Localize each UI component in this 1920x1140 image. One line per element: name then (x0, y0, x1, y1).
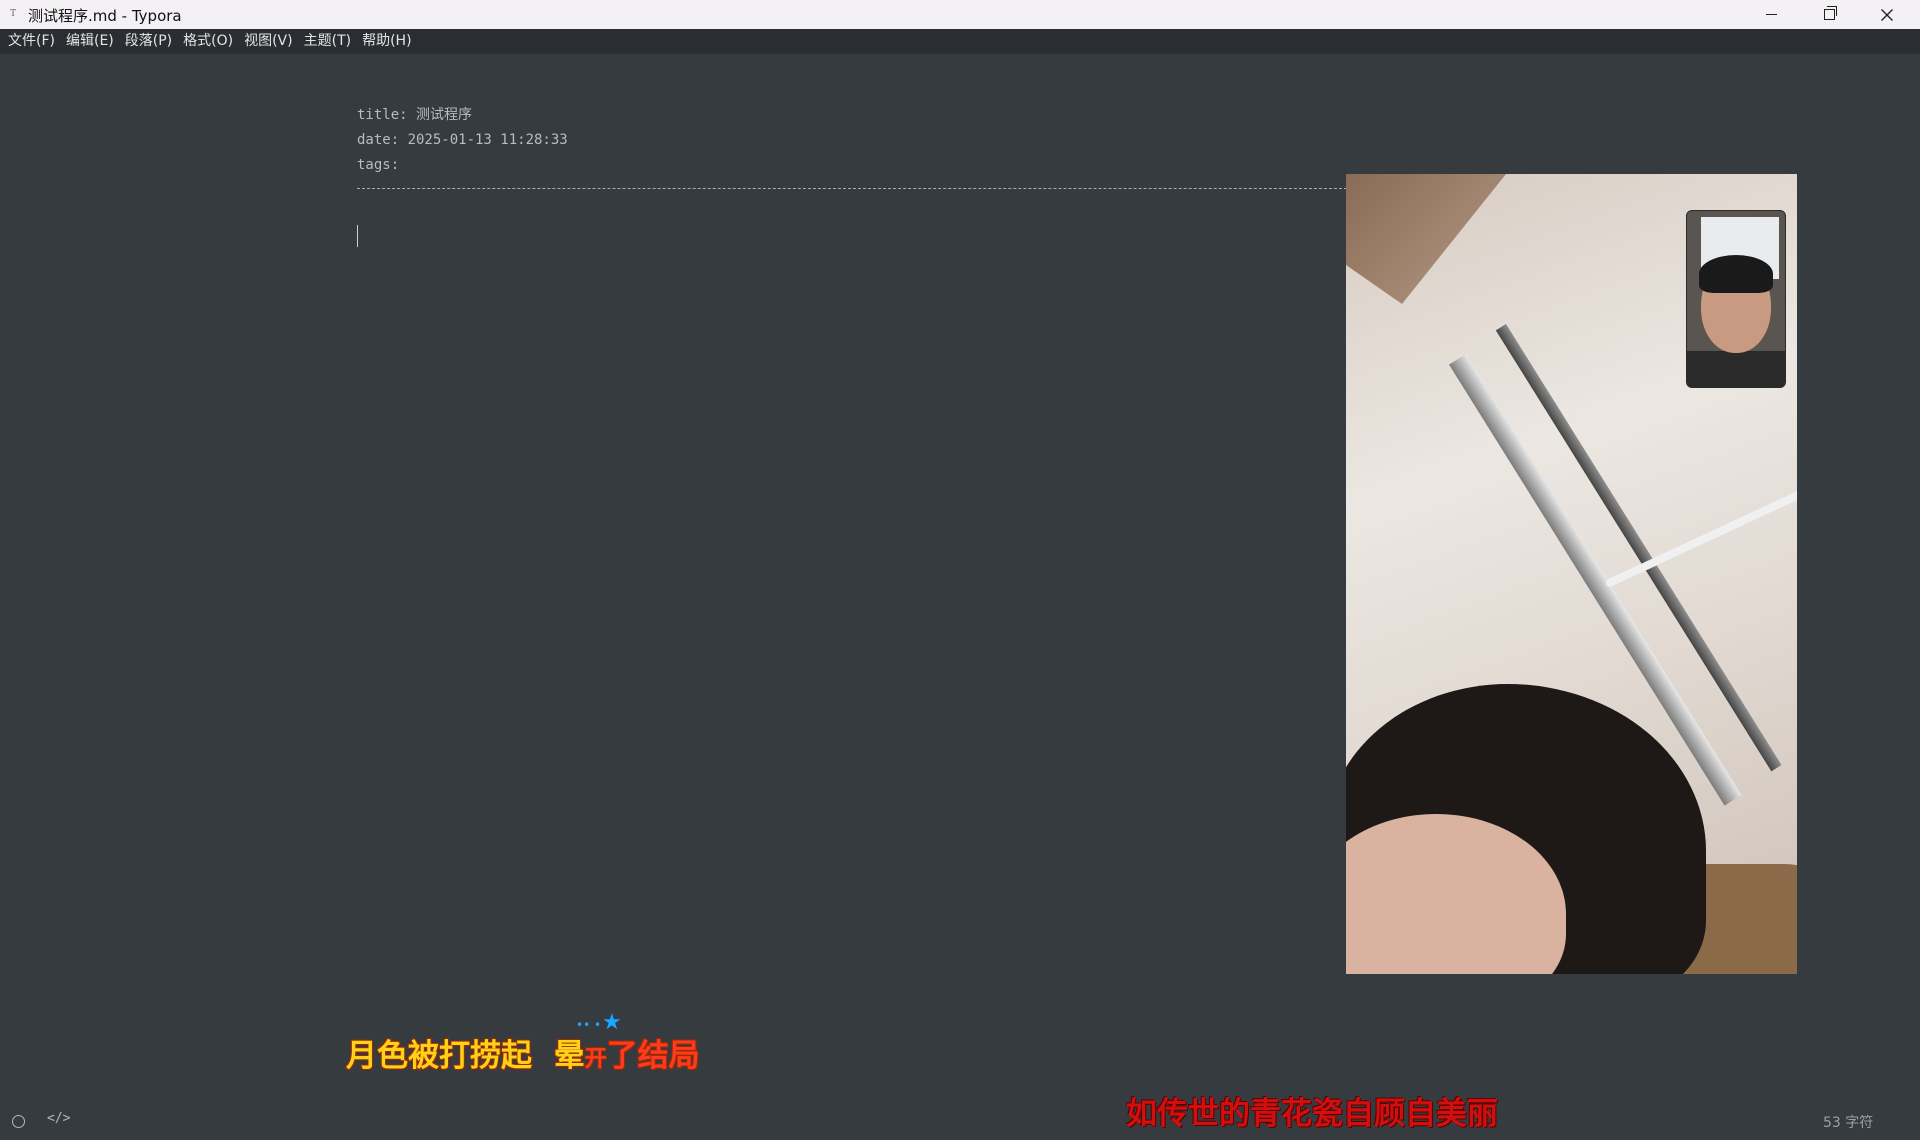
frontmatter-title-line[interactable]: title: 测试程序 (357, 103, 568, 128)
frontmatter-date-line[interactable]: date: 2025-01-13 11:28:33 (357, 128, 568, 153)
menu-help[interactable]: 帮助(H) (358, 29, 418, 54)
pip-person-hair (1699, 255, 1773, 293)
menu-format[interactable]: 格式(O) (179, 29, 240, 54)
pip-person-body (1687, 351, 1785, 387)
lyric-line-1-part-b: 开 (584, 1046, 607, 1072)
menu-file[interactable]: 文件(F) (4, 29, 62, 54)
lyric-line-1: 月色被打捞起 晕开了结局 (346, 1030, 700, 1075)
menu-view[interactable]: 视图(V) (240, 29, 300, 54)
close-icon (1881, 8, 1893, 21)
restore-icon (1823, 6, 1837, 20)
menu-paragraph[interactable]: 段落(P) (121, 29, 179, 54)
window-title: 测试程序.md - Typora (28, 7, 182, 25)
menu-theme[interactable]: 主题(T) (300, 29, 358, 54)
lyric-line-2: 如传世的青花瓷自顾自美丽 (1126, 1096, 1498, 1132)
restore-button[interactable] (1800, 0, 1858, 29)
frontmatter-tags-line[interactable]: tags: (357, 153, 568, 178)
outline-toggle-icon[interactable] (12, 1115, 25, 1128)
menu-bar: 文件(F) 编辑(E) 段落(P) 格式(O) 视图(V) 主题(T) 帮助(H… (0, 29, 1920, 54)
close-button[interactable] (1858, 0, 1916, 29)
lyric-line-1-part-a: 月色被打捞起 晕 (346, 1038, 585, 1074)
frontmatter-divider (357, 188, 1347, 189)
minimize-button[interactable] (1742, 0, 1800, 29)
title-bar: T 测试程序.md - Typora (0, 0, 1920, 29)
typora-app-icon: T (9, 8, 17, 19)
lyric-line-1-part-c: 了结局 (606, 1038, 700, 1074)
self-view-pip[interactable] (1686, 210, 1786, 388)
text-cursor[interactable] (357, 225, 358, 247)
yaml-front-matter[interactable]: title: 测试程序 date: 2025-01-13 11:28:33 ta… (357, 103, 568, 178)
minimize-icon (1765, 14, 1777, 15)
word-count[interactable]: 53 字符 (1823, 1112, 1873, 1132)
source-code-mode-icon[interactable]: </> (47, 1111, 70, 1126)
menu-edit[interactable]: 编辑(E) (62, 29, 121, 54)
